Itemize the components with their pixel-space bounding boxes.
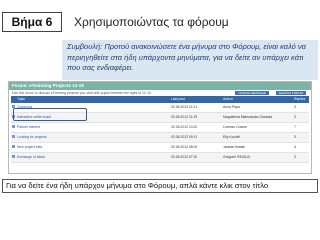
- reply-count: 0: [294, 105, 296, 109]
- table-row: Exchange of ideas 02.06.2012 07:30 Grégo…: [11, 153, 309, 163]
- author-name: Grégoire RIGAUX: [223, 155, 251, 159]
- topic-icon: [12, 145, 15, 148]
- tip-box: Συμβουλή: Προτού ανακοινώσετε ένα μήνυμα…: [62, 40, 318, 80]
- reply-count: 7: [294, 125, 296, 129]
- author-name: Elly Koudel: [223, 135, 240, 139]
- topic-icon: [12, 155, 15, 158]
- table-row: Partner wanted 02.06.2012 10:20 Lorenzo …: [11, 123, 309, 133]
- column-topic: Topic: [17, 97, 25, 101]
- reply-count: 6: [294, 145, 296, 149]
- last-post-date: 02.06.2012 09:11: [171, 135, 198, 139]
- reply-count: 3: [294, 115, 296, 119]
- author-name: Magdalena Malinowska Olowska: [223, 115, 273, 119]
- reply-count: 3: [294, 155, 296, 159]
- search-forum-button[interactable]: SEARCH FORUM: [275, 91, 306, 95]
- step-label: Βήμα 6: [2, 12, 62, 32]
- reply-count: 3: [294, 135, 296, 139]
- author-name: Lorenzo Cosmo: [223, 125, 247, 129]
- topic-icon: [12, 135, 15, 138]
- topic-link[interactable]: New project idea: [17, 143, 147, 151]
- create-message-button[interactable]: CREATE MESSAGE: [235, 91, 269, 95]
- table-row: Looking for projects 02.06.2012 09:11 El…: [11, 133, 309, 143]
- author-name: Jadwia Nowak: [223, 145, 245, 149]
- step-title: Χρησιμοποιώντας τα φόρουμ: [74, 15, 229, 29]
- last-post-date: 02.06.2012 08:03: [171, 145, 198, 149]
- topic-link[interactable]: Partner wanted: [17, 123, 147, 131]
- column-replies: Replies: [294, 97, 306, 101]
- table-row: New project idea 02.06.2012 08:03 Jadwia…: [11, 143, 309, 153]
- forum-description: Use this forum to discuss eTwinning proj…: [12, 91, 152, 95]
- highlight-callout: [13, 108, 87, 121]
- column-author: Author: [223, 97, 233, 101]
- forum-header: Forum: eTwinning Projects 12-15: [9, 82, 311, 90]
- last-post-date: 02.06.2012 10:20: [171, 125, 198, 129]
- topic-link[interactable]: Looking for projects: [17, 133, 147, 141]
- column-last-post: Last post: [171, 97, 185, 101]
- instruction-caption: Για να δείτε ένα ήδη υπάρχον μήνυμα στο …: [2, 179, 318, 193]
- author-name: Anna Papa: [223, 105, 240, 109]
- last-post-date: 02.06.2012 11:19: [171, 115, 198, 119]
- table-header: Topic Last post Author Replies: [11, 96, 309, 103]
- topic-link[interactable]: Exchange of ideas: [17, 153, 147, 161]
- last-post-date: 02.06.2012 07:30: [171, 155, 198, 159]
- topic-icon: [12, 125, 15, 128]
- last-post-date: 02.06.2012 11:21: [171, 105, 198, 109]
- forum-screenshot: Forum: eTwinning Projects 12-15 Use this…: [8, 81, 312, 174]
